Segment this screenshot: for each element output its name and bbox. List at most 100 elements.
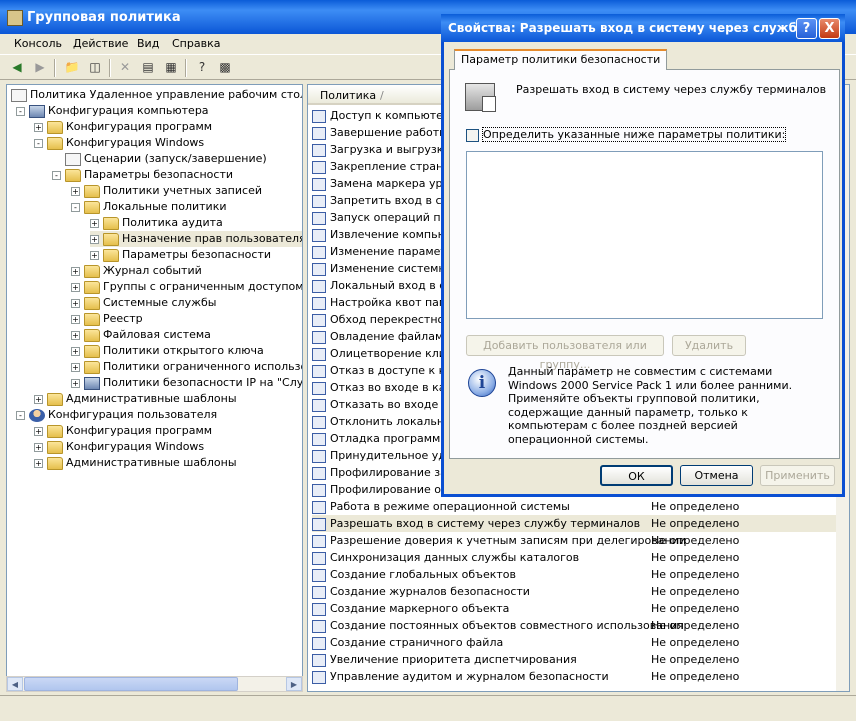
list-row[interactable]: Создание постоянных объектов совместного… <box>312 617 837 634</box>
collapse-icon[interactable]: - <box>16 106 25 116</box>
tree-node-account-policies[interactable]: + Политики учетных записей <box>71 183 262 199</box>
expand-icon[interactable]: + <box>71 314 80 324</box>
policy-value: Не определено <box>651 517 740 530</box>
up-folder-icon[interactable]: 📁 <box>63 59 81 76</box>
column-header-policy[interactable]: Политика <box>320 89 376 102</box>
help-button[interactable]: ? <box>796 18 817 39</box>
console-tree[interactable]: Политика Удаленное управление рабочим ст… <box>6 84 303 692</box>
list-row[interactable]: Создание маркерного объекта Не определено <box>312 600 837 617</box>
expand-icon[interactable]: + <box>90 234 99 244</box>
ok-button[interactable]: ОК <box>600 465 673 486</box>
properties-icon[interactable]: ▤ <box>139 59 157 76</box>
tree-node-file-system[interactable]: + Файловая система <box>71 327 211 343</box>
tree-node-user-software-settings[interactable]: + Конфигурация программ <box>34 423 212 439</box>
tree-node-user-windows-settings[interactable]: + Конфигурация Windows <box>34 439 204 455</box>
compatibility-note: Данный параметр не совместим с системами… <box>508 365 793 446</box>
expand-icon[interactable]: + <box>71 330 80 340</box>
list-row[interactable]: Работа в режиме операционной системы Не о… <box>312 498 837 515</box>
tree-node-registry[interactable]: + Реестр <box>71 311 143 327</box>
forward-icon[interactable]: ▶ <box>31 59 49 76</box>
tab-security-policy-setting[interactable]: Параметр политики безопасности <box>454 49 668 70</box>
tree-node-ip-security[interactable]: +Политики безопасности IP на "Служба <box>71 375 302 391</box>
expand-icon[interactable]: + <box>71 282 80 292</box>
list-row[interactable]: Создание страничного файла Не определено <box>312 634 837 651</box>
menu-help[interactable]: Справка <box>172 37 220 50</box>
tree-node-software-settings[interactable]: + Конфигурация программ <box>34 119 212 135</box>
show-tree-icon[interactable]: ◫ <box>86 59 104 76</box>
scroll-right-icon[interactable]: ▶ <box>286 677 302 691</box>
policy-icon <box>11 88 27 102</box>
tree-node-security-options[interactable]: + Параметры безопасности <box>90 247 271 263</box>
tree-node-audit-policy[interactable]: + Политика аудита <box>90 215 223 231</box>
toolbar-separator <box>109 59 111 77</box>
add-user-or-group-button[interactable]: Добавить пользователя или группу... <box>466 335 664 371</box>
tree-node-event-log[interactable]: + Журнал событий <box>71 263 202 279</box>
expand-icon[interactable]: + <box>71 378 80 388</box>
collapse-icon[interactable]: - <box>34 138 43 148</box>
tree-node-user-config[interactable]: - Конфигурация пользователя <box>16 407 217 423</box>
apply-button[interactable]: Применить <box>760 465 835 486</box>
remove-button[interactable]: Удалить <box>672 335 746 356</box>
close-button[interactable]: X <box>819 18 840 39</box>
policy-setting-icon <box>312 670 326 684</box>
scroll-left-icon[interactable]: ◀ <box>7 677 23 691</box>
list-row[interactable]: Создание глобальных объектов Не определен… <box>312 566 837 583</box>
tree-horizontal-scrollbar[interactable]: ◀ ▶ <box>6 676 303 692</box>
expand-icon[interactable]: + <box>34 442 43 452</box>
tree-node-user-admin-templates[interactable]: + Административные шаблоны <box>34 455 237 471</box>
tree-node-security-settings[interactable]: - Параметры безопасности <box>52 167 233 183</box>
collapse-icon[interactable]: - <box>16 410 25 420</box>
policy-name: Создание страничного файла <box>330 636 504 649</box>
help-icon[interactable]: ? <box>193 59 211 76</box>
users-groups-list[interactable] <box>466 151 823 319</box>
tree-node-windows-settings[interactable]: - Конфигурация Windows <box>34 135 204 151</box>
expand-icon[interactable]: + <box>90 218 99 228</box>
tree-node-system-services[interactable]: + Системные службы <box>71 295 216 311</box>
show-action-pane-icon[interactable]: ▩ <box>216 59 234 76</box>
menu-view[interactable]: Вид <box>137 37 159 50</box>
menu-console[interactable]: Консоль <box>14 37 62 50</box>
expand-icon[interactable]: + <box>71 362 80 372</box>
tree-node-restricted-groups[interactable]: + Группы с ограниченным доступом <box>71 279 302 295</box>
list-row[interactable]: Увеличение приоритета диспетчирования Не … <box>312 651 837 668</box>
tree-node-public-key-policies[interactable]: + Политики открытого ключа <box>71 343 264 359</box>
expand-icon[interactable]: + <box>34 426 43 436</box>
scroll-thumb[interactable] <box>24 677 238 691</box>
tree-node-computer-config[interactable]: - Конфигурация компьютера <box>16 103 209 119</box>
expand-icon[interactable]: + <box>71 346 80 356</box>
cancel-button[interactable]: Отмена <box>680 465 753 486</box>
menu-action[interactable]: Действие <box>73 37 128 50</box>
folder-icon <box>103 232 119 246</box>
tree-node-scripts[interactable]: Сценарии (запуск/завершение) <box>52 151 267 167</box>
define-policy-label[interactable]: Определить указанные ниже параметры поли… <box>481 127 787 142</box>
expand-icon[interactable]: + <box>71 186 80 196</box>
collapse-icon[interactable]: - <box>52 170 61 180</box>
tree-node-software-restriction[interactable]: +Политики ограниченного использован <box>71 359 302 375</box>
dialog-title-bar[interactable]: Свойства: Разрешать вход в систему через… <box>441 14 845 42</box>
expand-icon[interactable]: + <box>71 266 80 276</box>
tree-node-user-rights[interactable]: + Назначение прав пользователя <box>90 231 302 247</box>
delete-icon[interactable]: ✕ <box>116 59 134 76</box>
export-list-icon[interactable]: ▦ <box>162 59 180 76</box>
toolbar-separator <box>185 59 187 77</box>
collapse-icon[interactable]: - <box>71 202 80 212</box>
tree-node-policy-root[interactable]: Политика Удаленное управление рабочим ст… <box>11 87 302 103</box>
list-row[interactable]: Управление аудитом и журналом безопаснос… <box>312 668 837 685</box>
expand-icon[interactable]: + <box>34 394 43 404</box>
define-policy-checkbox[interactable] <box>466 129 479 142</box>
expand-icon[interactable]: + <box>34 122 43 132</box>
tree-node-admin-templates[interactable]: + Административные шаблоны <box>34 391 237 407</box>
list-row[interactable]: Разрешать вход в систему через службу те… <box>312 515 837 532</box>
policy-setting-icon <box>312 296 326 310</box>
computer-icon <box>29 104 45 118</box>
expand-icon[interactable]: + <box>71 298 80 308</box>
policy-name: Отладка программ <box>330 432 441 445</box>
tree-node-local-policies[interactable]: - Локальные политики <box>71 199 227 215</box>
back-icon[interactable]: ◀ <box>8 59 26 76</box>
list-row[interactable]: Разрешение доверия к учетным записям при… <box>312 532 837 549</box>
list-row[interactable]: Синхронизация данных службы каталогов Не … <box>312 549 837 566</box>
policy-setting-icon <box>312 398 326 412</box>
list-row[interactable]: Создание журналов безопасности Не определ… <box>312 583 837 600</box>
expand-icon[interactable]: + <box>34 458 43 468</box>
expand-icon[interactable]: + <box>90 250 99 260</box>
